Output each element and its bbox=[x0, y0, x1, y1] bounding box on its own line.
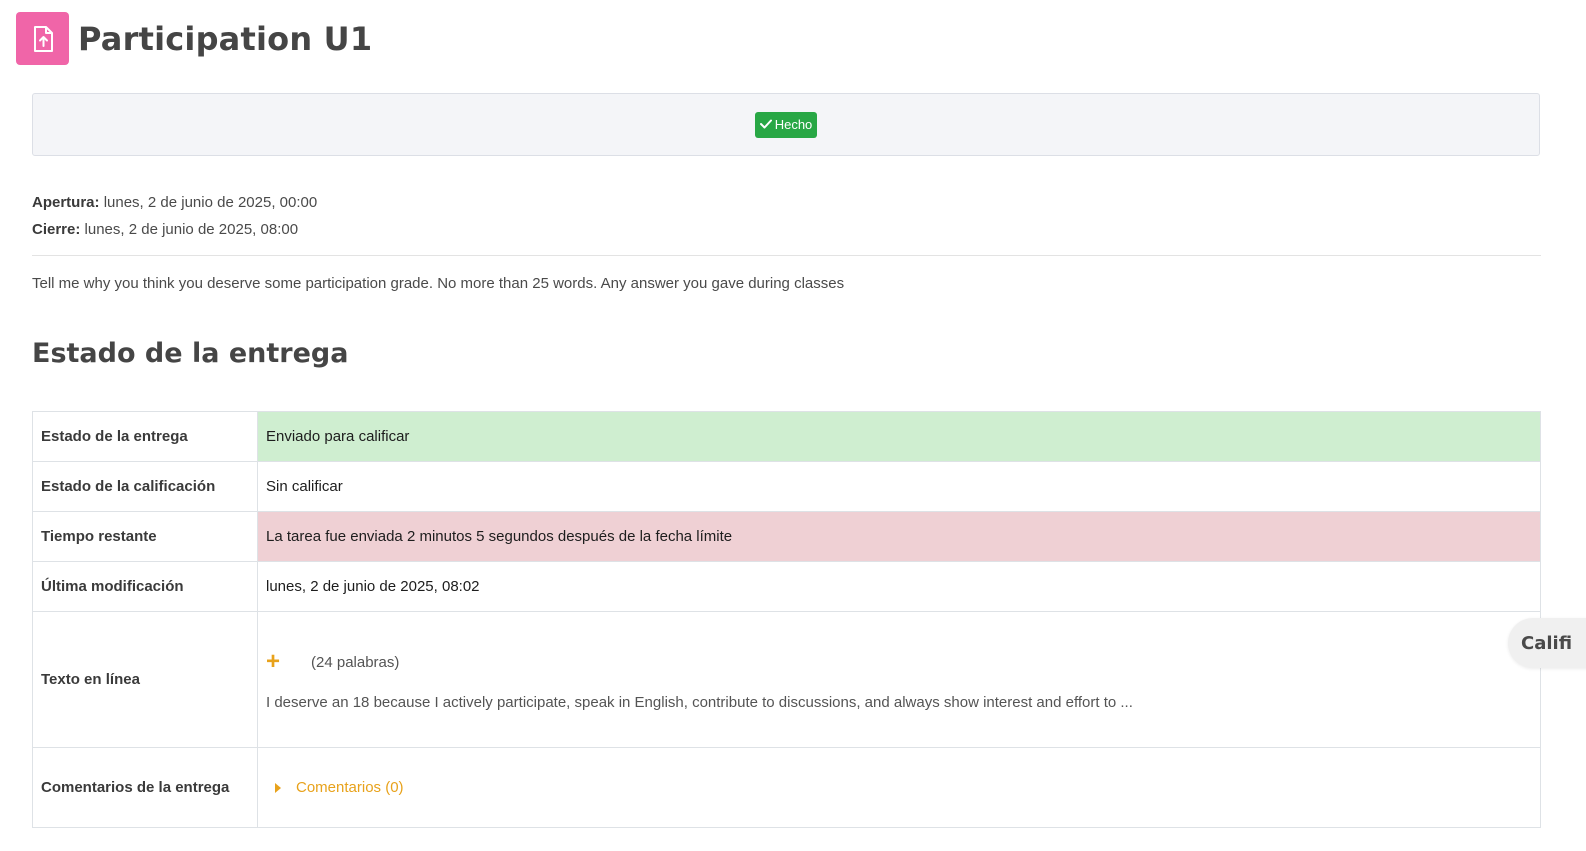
assignment-intro: Tell me why you think you deserve some p… bbox=[32, 275, 845, 292]
assignment-dates: Apertura: lunes, 2 de junio de 2025, 00:… bbox=[32, 189, 317, 243]
row-label: Texto en línea bbox=[32, 611, 258, 748]
table-row: Última modificación lunes, 2 de junio de… bbox=[32, 561, 1541, 612]
assignment-page: Participation U1 Hecho Apertura: lunes, … bbox=[0, 0, 1586, 851]
word-count: (24 palabras) bbox=[311, 653, 400, 671]
comments-toggle[interactable]: Comentarios (0) bbox=[266, 779, 1532, 796]
online-text-expander: + (24 palabras) bbox=[266, 650, 1532, 674]
check-icon bbox=[759, 117, 772, 132]
table-row: Texto en línea + (24 palabras) I deserve… bbox=[32, 611, 1541, 748]
side-tab-label: Califi bbox=[1521, 632, 1573, 654]
row-label: Estado de la entrega bbox=[32, 411, 258, 462]
caret-right-icon bbox=[275, 782, 281, 793]
comments-link-label: Comentarios (0) bbox=[296, 779, 404, 796]
closing-label: Cierre: bbox=[32, 221, 81, 238]
submission-status-table: Estado de la entrega Enviado para califi… bbox=[32, 411, 1541, 828]
grading-status-value: Sin calificar bbox=[257, 461, 1541, 512]
row-label: Estado de la calificación bbox=[32, 461, 258, 512]
online-text-cell: + (24 palabras) I deserve an 18 because … bbox=[257, 611, 1541, 748]
table-row: Estado de la calificación Sin calificar bbox=[32, 461, 1541, 512]
submission-status-value: Enviado para calificar bbox=[257, 411, 1541, 462]
page-title: Participation U1 bbox=[78, 19, 373, 58]
table-row: Comentarios de la entrega Comentarios (0… bbox=[32, 747, 1541, 828]
row-label: Tiempo restante bbox=[32, 511, 258, 562]
grade-side-tab[interactable]: Califi bbox=[1508, 618, 1586, 668]
completion-status-box: Hecho bbox=[32, 93, 1540, 156]
file-upload-icon bbox=[16, 12, 69, 65]
online-text-preview: I deserve an 18 because I actively parti… bbox=[266, 694, 1133, 711]
last-modified-value: lunes, 2 de junio de 2025, 08:02 bbox=[257, 561, 1541, 612]
page-header: Participation U1 bbox=[16, 12, 372, 65]
table-row: Tiempo restante La tarea fue enviada 2 m… bbox=[32, 511, 1541, 562]
plus-icon[interactable]: + bbox=[266, 650, 311, 674]
submission-status-heading: Estado de la entrega bbox=[32, 338, 349, 369]
comments-cell: Comentarios (0) bbox=[257, 747, 1541, 828]
divider bbox=[32, 255, 1541, 256]
table-row: Estado de la entrega Enviado para califi… bbox=[32, 411, 1541, 462]
done-label: Hecho bbox=[774, 117, 813, 132]
opening-label: Apertura: bbox=[32, 194, 100, 211]
row-label: Última modificación bbox=[32, 561, 258, 612]
opening-date: Apertura: lunes, 2 de junio de 2025, 00:… bbox=[32, 189, 317, 216]
opening-value: lunes, 2 de junio de 2025, 00:00 bbox=[103, 194, 318, 211]
closing-value: lunes, 2 de junio de 2025, 08:00 bbox=[84, 221, 299, 238]
row-label: Comentarios de la entrega bbox=[32, 747, 258, 828]
done-badge: Hecho bbox=[754, 111, 818, 138]
time-remaining-value: La tarea fue enviada 2 minutos 5 segundo… bbox=[257, 511, 1541, 562]
closing-date: Cierre: lunes, 2 de junio de 2025, 08:00 bbox=[32, 216, 317, 243]
